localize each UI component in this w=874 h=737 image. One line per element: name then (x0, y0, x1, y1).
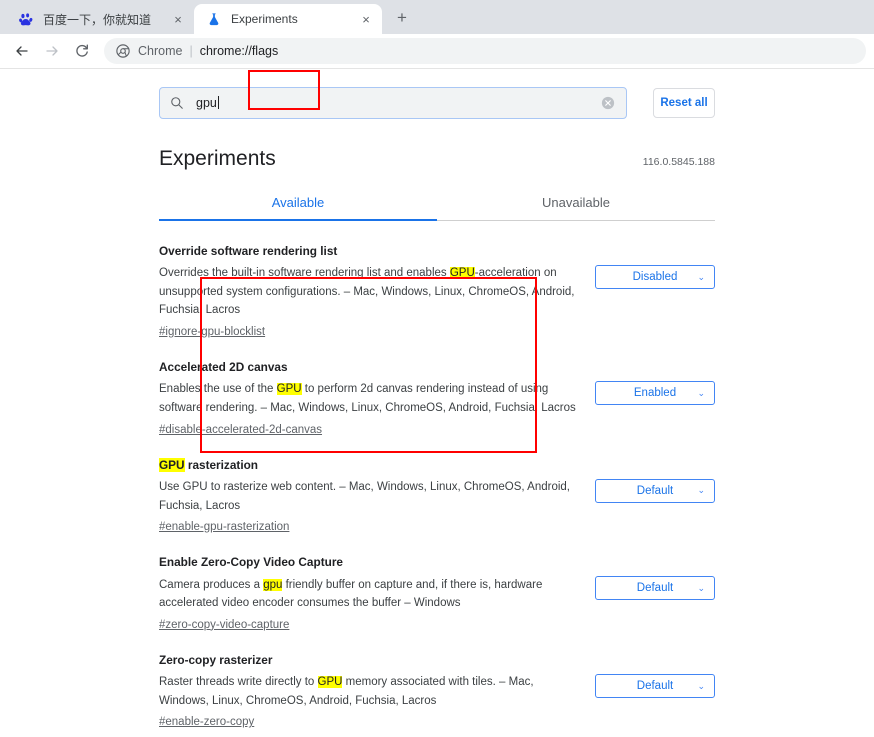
browser-tab-experiments[interactable]: Experiments × (194, 4, 382, 34)
forward-button[interactable] (38, 37, 66, 65)
reset-all-button[interactable]: Reset all (653, 88, 715, 118)
flag-permalink[interactable]: #disable-accelerated-2d-canvas (159, 422, 322, 439)
search-row: gpu Reset all (159, 87, 715, 119)
flag-description: Overrides the built-in software renderin… (159, 264, 577, 320)
tab-close-icon[interactable]: × (358, 11, 374, 27)
tab-available[interactable]: Available (159, 195, 437, 221)
flag-description: Enables the use of the GPU to perform 2d… (159, 380, 577, 417)
flags-tablist: Available Unavailable (159, 195, 715, 221)
search-match-highlight: GPU (317, 676, 343, 689)
flag-value-label: Default (636, 484, 674, 497)
search-match-highlight: gpu (263, 578, 283, 591)
flag-value-select[interactable]: Enabled ⌄ (595, 381, 715, 406)
page-content: gpu Reset all Experiments 116.0.5845.188 (159, 69, 715, 737)
search-match-highlight: GPU (449, 267, 475, 280)
flag-row: Enable Zero-Copy Video Capture Camera pro… (159, 545, 715, 643)
text-run: Raster threads write directly to (159, 676, 318, 689)
tab-unavailable[interactable]: Unavailable (437, 195, 715, 220)
back-button[interactable] (8, 37, 36, 65)
chevron-down-icon: ⌄ (697, 271, 705, 282)
flag-info: Override software rendering list Override… (159, 243, 595, 341)
chrome-icon (116, 44, 130, 58)
flag-info: Accelerated 2D canvas Enables the use of … (159, 359, 595, 439)
text-run: Overrides the built-in software renderin… (159, 267, 450, 280)
text-run: Enables the use of the (159, 383, 277, 396)
flag-name: GPU rasterization (159, 457, 577, 474)
flags-list: Override software rendering list Override… (159, 234, 715, 737)
title-row: Experiments 116.0.5845.188 (159, 147, 715, 171)
flag-permalink[interactable]: #ignore-gpu-blocklist (159, 324, 265, 341)
flag-permalink[interactable]: #enable-gpu-rasterization (159, 519, 289, 536)
search-input-value: gpu (196, 96, 600, 110)
chevron-down-icon: ⌄ (697, 387, 705, 398)
flag-value-select[interactable]: Disabled ⌄ (595, 265, 715, 289)
text-run: Camera produces a (159, 578, 264, 591)
omnibox-url: chrome://flags (199, 44, 279, 58)
flag-info: Zero-copy rasterizer Raster threads write… (159, 652, 595, 732)
baidu-paw-icon (18, 11, 34, 27)
flag-description: Use GPU to rasterize web content. – Mac,… (159, 478, 577, 515)
version-label: 116.0.5845.188 (642, 156, 715, 168)
flag-description: Camera produces a gpu friendly buffer on… (159, 576, 577, 613)
browser-toolbar: Chrome | chrome://flags (0, 34, 874, 69)
flask-icon (206, 11, 222, 27)
chevron-down-icon: ⌄ (697, 582, 705, 593)
omnibox-separator: | (189, 44, 193, 58)
flag-row: GPU rasterization Use GPU to rasterize we… (159, 448, 715, 546)
flag-name: Accelerated 2D canvas (159, 359, 577, 376)
search-match-highlight: GPU (159, 457, 185, 472)
chevron-down-icon: ⌄ (697, 485, 705, 496)
flag-value-label: Default (636, 582, 674, 595)
browser-tab-baidu[interactable]: 百度一下，你就知道 × (6, 4, 194, 34)
flags-page: gpu Reset all Experiments 116.0.5845.188 (0, 69, 874, 737)
text-run: Accelerated 2D canvas (159, 360, 288, 375)
flag-value-label: Disabled (632, 271, 678, 283)
address-bar[interactable]: Chrome | chrome://flags (104, 38, 866, 64)
flag-info: Enable Zero-Copy Video Capture Camera pro… (159, 554, 595, 634)
flag-permalink[interactable]: #enable-zero-copy (159, 714, 254, 731)
flag-description: Raster threads write directly to GPU mem… (159, 673, 577, 710)
search-input[interactable]: gpu (159, 87, 627, 119)
reload-button[interactable] (68, 37, 96, 65)
flag-name: Zero-copy rasterizer (159, 652, 577, 669)
browser-window: 百度一下，你就知道 × Experiments × + Chrome | chr… (0, 0, 874, 737)
flag-value-select[interactable]: Default ⌄ (595, 674, 715, 698)
text-run: rasterization (184, 457, 259, 472)
tab-strip: 百度一下，你就知道 × Experiments × + (0, 0, 874, 34)
flag-value-label: Default (636, 680, 674, 692)
omnibox-scheme-label: Chrome (138, 44, 183, 58)
flag-info: GPU rasterization Use GPU to rasterize we… (159, 457, 595, 537)
page-title: Experiments (159, 147, 276, 170)
chevron-down-icon: ⌄ (697, 680, 705, 691)
flag-permalink[interactable]: #zero-copy-video-capture (159, 617, 289, 634)
flag-value-label: Enabled (633, 387, 677, 400)
flag-name: Enable Zero-Copy Video Capture (159, 554, 577, 571)
text-run: Use GPU to rasterize web content. – Mac,… (159, 480, 570, 512)
clear-circle-icon[interactable] (600, 95, 616, 111)
search-match-highlight: GPU (276, 383, 302, 396)
search-icon (170, 96, 184, 110)
browser-tab-title: Experiments (231, 12, 298, 26)
flag-value-select[interactable]: Default ⌄ (595, 478, 715, 503)
text-run: Override software rendering list (159, 244, 338, 258)
new-tab-button[interactable]: + (388, 4, 416, 32)
flag-row: Accelerated 2D canvas Enables the use of … (159, 350, 715, 448)
flag-name: Override software rendering list (159, 243, 577, 260)
flag-row: Zero-copy rasterizer Raster threads write… (159, 643, 715, 737)
tab-close-icon[interactable]: × (170, 11, 186, 27)
flag-row: Override software rendering list Override… (159, 234, 715, 350)
text-run: Zero-copy rasterizer (159, 653, 273, 667)
browser-tab-title: 百度一下，你就知道 (43, 12, 152, 27)
text-run: Enable Zero-Copy Video Capture (159, 555, 343, 570)
flag-value-select[interactable]: Default ⌄ (595, 576, 715, 601)
